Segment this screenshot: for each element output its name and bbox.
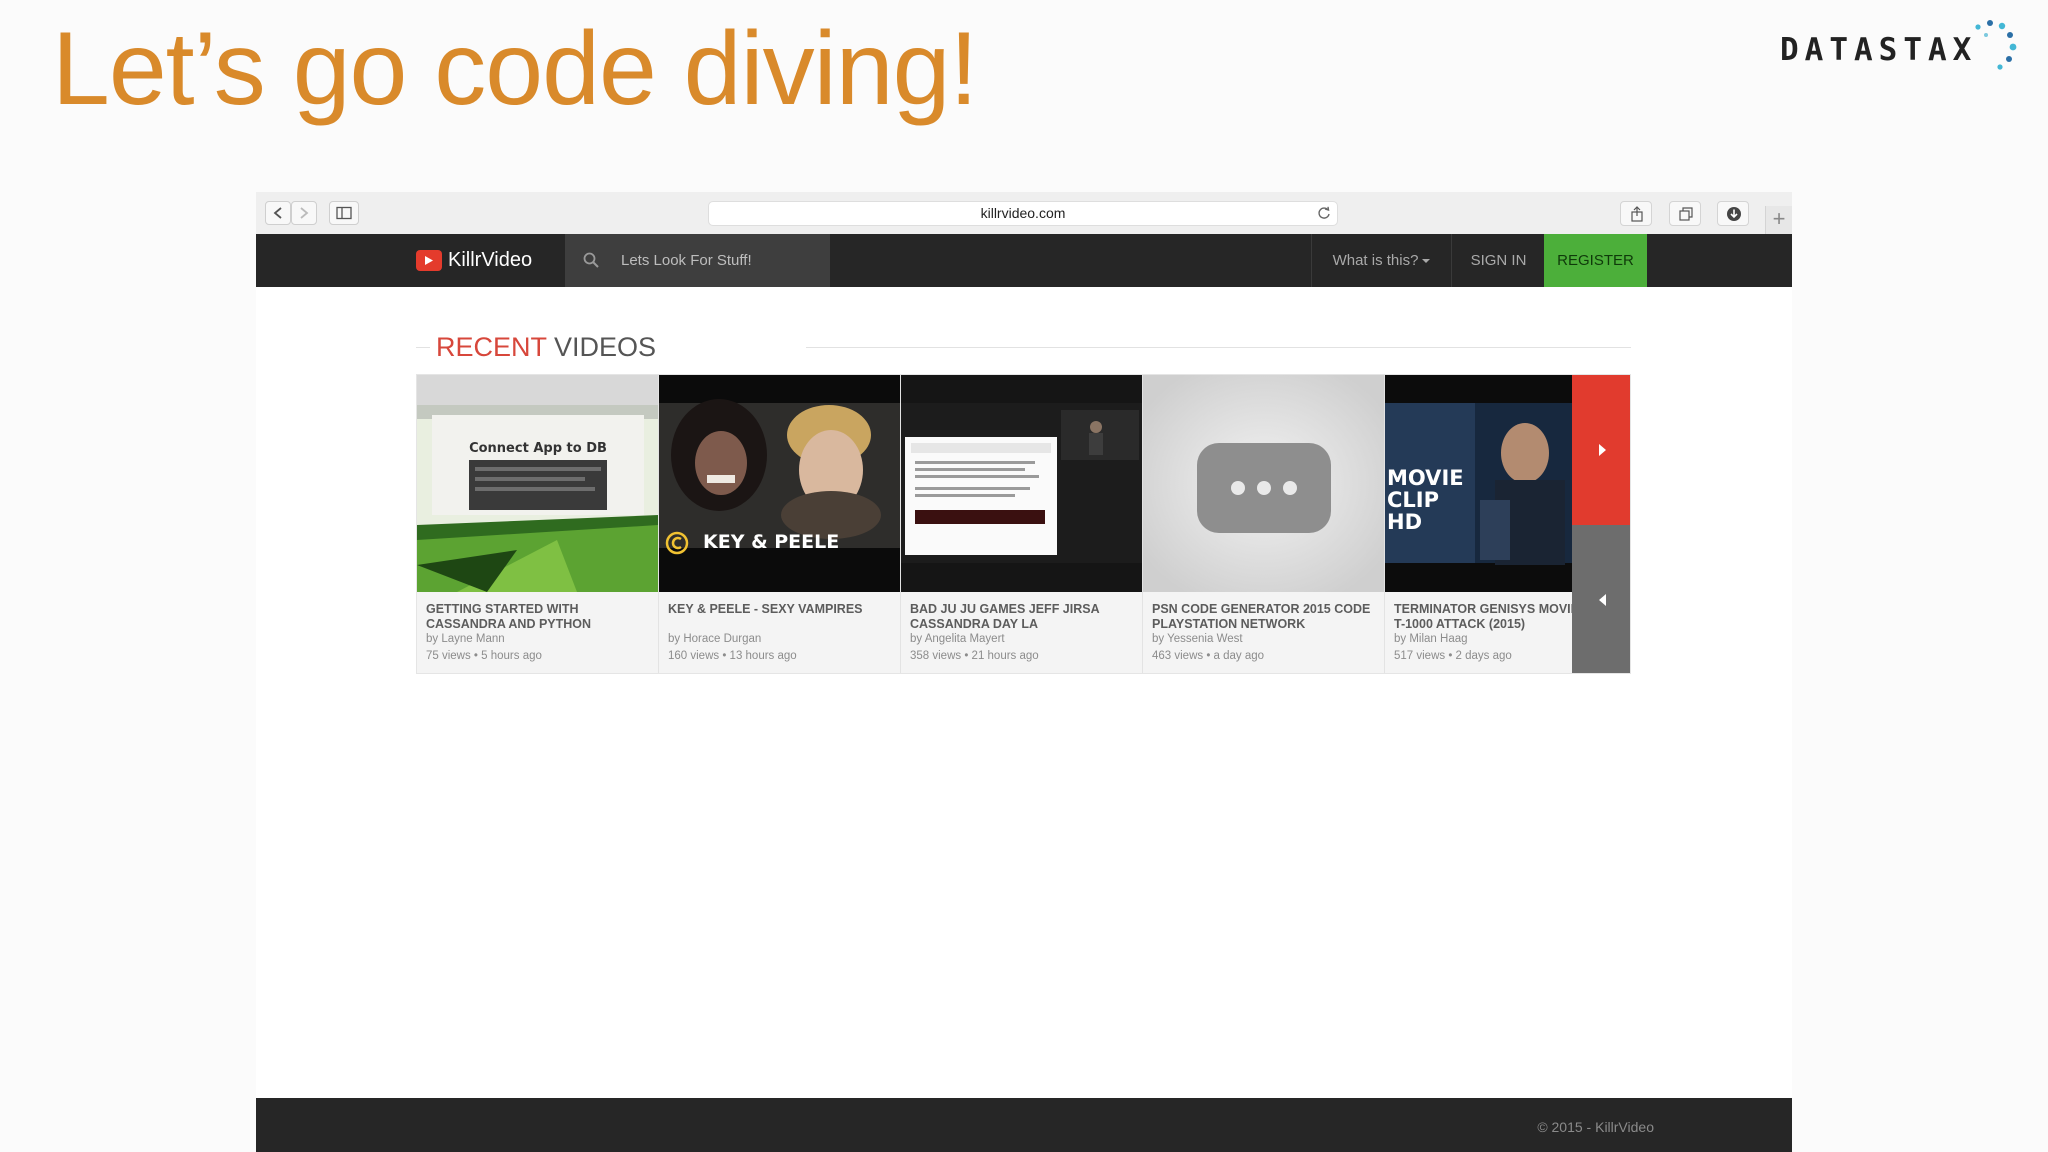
heading-rule-left — [416, 347, 430, 348]
reload-icon[interactable] — [1317, 206, 1331, 220]
thumbnail-caption: MOVIE CLIP HD — [1387, 466, 1464, 534]
caret-left-icon — [1599, 594, 1606, 606]
app-navbar: KillrVideo What is this? SIGN IN REGISTE… — [256, 234, 1792, 287]
video-title[interactable]: Bad Ju Ju Games Jeff Jirsa Cassandra Day… — [910, 602, 1140, 632]
recent-videos-heading: RECENT VIDEOS — [416, 327, 1631, 367]
video-thumbnail[interactable] — [1143, 375, 1384, 592]
recent-videos-carousel: Connect App to DB Getting Started with C… — [416, 374, 1631, 674]
caret-right-icon — [1599, 444, 1606, 456]
forward-button[interactable] — [291, 201, 317, 225]
video-thumbnail[interactable]: Connect App to DB — [417, 375, 658, 592]
what-is-this-dropdown[interactable]: What is this? — [1311, 234, 1451, 287]
caret-down-icon — [1422, 259, 1431, 264]
heading-accent: RECENT — [436, 332, 547, 362]
register-button[interactable]: REGISTER — [1544, 234, 1647, 287]
video-author: by Yessenia West — [1152, 633, 1243, 645]
download-icon — [1727, 207, 1741, 221]
share-icon — [1631, 206, 1643, 222]
url-text: killrvideo.com — [980, 205, 1066, 221]
logo-wordmark: DATASTAX — [1780, 32, 1978, 68]
video-stats: 358 views • 21 hours ago — [910, 650, 1039, 662]
play-logo-icon — [416, 250, 442, 271]
thumbnail-caption: KEY & PEELE — [703, 531, 840, 553]
video-author: by Horace Durgan — [668, 633, 762, 645]
heading-rule-right — [806, 347, 1631, 348]
video-stats: 517 views • 2 days ago — [1394, 650, 1512, 662]
video-stats: 75 views • 5 hours ago — [426, 650, 542, 662]
brand-name: KillrVideo — [448, 249, 533, 271]
address-bar[interactable]: killrvideo.com — [708, 201, 1338, 226]
copyright-text: © 2015 - KillrVideo — [1537, 1119, 1654, 1135]
video-author: by Milan Haag — [1394, 633, 1468, 645]
thumbnail-caption: Connect App to DB — [469, 441, 607, 456]
app-footer: © 2015 - KillrVideo — [256, 1098, 1792, 1152]
video-stats: 160 views • 13 hours ago — [668, 650, 797, 662]
video-author: by Layne Mann — [426, 633, 505, 645]
carousel-prev-button[interactable] — [1572, 525, 1630, 673]
video-title[interactable]: PSN Code Generator 2015 Code PlayStation… — [1152, 602, 1382, 632]
browser-toolbar: killrvideo.com + — [256, 192, 1792, 235]
video-stats: 463 views • a day ago — [1152, 650, 1265, 662]
video-card[interactable]: Bad Ju Ju Games Jeff Jirsa Cassandra Day… — [901, 375, 1143, 673]
video-card[interactable]: KEY & PEELE Key & Peele - Sexy Vampires … — [659, 375, 901, 673]
sign-in-button[interactable]: SIGN IN — [1451, 234, 1545, 287]
browser-window: killrvideo.com + KillrVideo What is this… — [256, 192, 1792, 1152]
share-button[interactable] — [1620, 201, 1652, 226]
search-icon — [583, 252, 599, 268]
video-title[interactable]: Getting Started with Cassandra and Pytho… — [426, 602, 656, 632]
video-title[interactable]: Key & Peele - Sexy Vampires — [668, 602, 898, 617]
search-input[interactable] — [621, 247, 816, 274]
new-tab-button[interactable]: + — [1765, 206, 1792, 234]
carousel-next-button[interactable] — [1572, 375, 1630, 525]
back-button[interactable] — [265, 201, 291, 225]
recent-videos-title: RECENT VIDEOS — [436, 327, 656, 367]
search-box[interactable] — [565, 234, 830, 287]
comedy-central-logo-icon — [665, 531, 689, 555]
video-card[interactable]: Connect App to DB Getting Started with C… — [417, 375, 659, 673]
video-thumbnail[interactable]: KEY & PEELE — [659, 375, 900, 592]
datastax-logo: DATASTAX — [1780, 18, 2035, 78]
downloads-button[interactable] — [1717, 201, 1749, 226]
heading-rest: VIDEOS — [546, 332, 657, 362]
slide-title: Let’s go code diving! — [52, 11, 978, 127]
sidebar-toggle-button[interactable] — [329, 201, 359, 225]
what-is-this-label: What is this? — [1332, 252, 1419, 269]
video-thumbnail[interactable] — [901, 375, 1142, 592]
chevron-left-icon — [273, 207, 282, 219]
sidebar-icon — [336, 206, 352, 220]
tabs-button[interactable] — [1669, 201, 1701, 226]
video-author: by Angelita Mayert — [910, 633, 1005, 645]
tabs-icon — [1679, 207, 1693, 221]
video-card[interactable]: PSN Code Generator 2015 Code PlayStation… — [1143, 375, 1385, 673]
chevron-right-icon — [300, 207, 309, 219]
